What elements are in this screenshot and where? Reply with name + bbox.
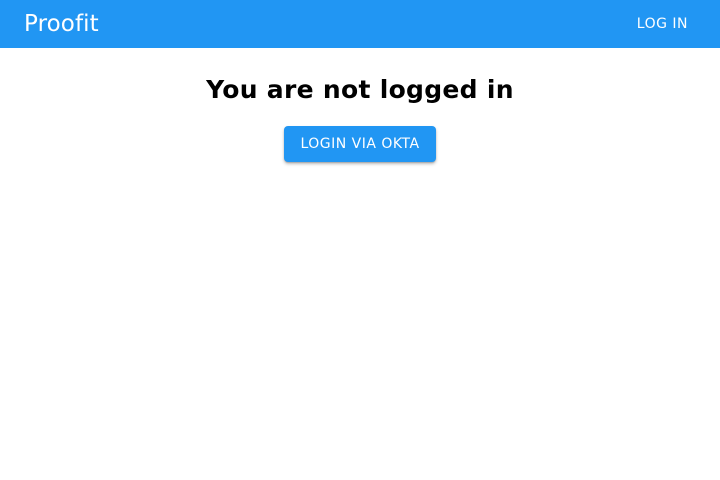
app-title: Proofit — [24, 11, 99, 37]
main-content: You are not logged in LOGIN VIA OKTA — [0, 48, 720, 480]
not-logged-in-heading: You are not logged in — [206, 75, 514, 104]
app-bar: Proofit LOG IN — [0, 0, 720, 48]
log-in-button[interactable]: LOG IN — [627, 10, 698, 38]
login-via-okta-button[interactable]: LOGIN VIA OKTA — [284, 126, 436, 162]
